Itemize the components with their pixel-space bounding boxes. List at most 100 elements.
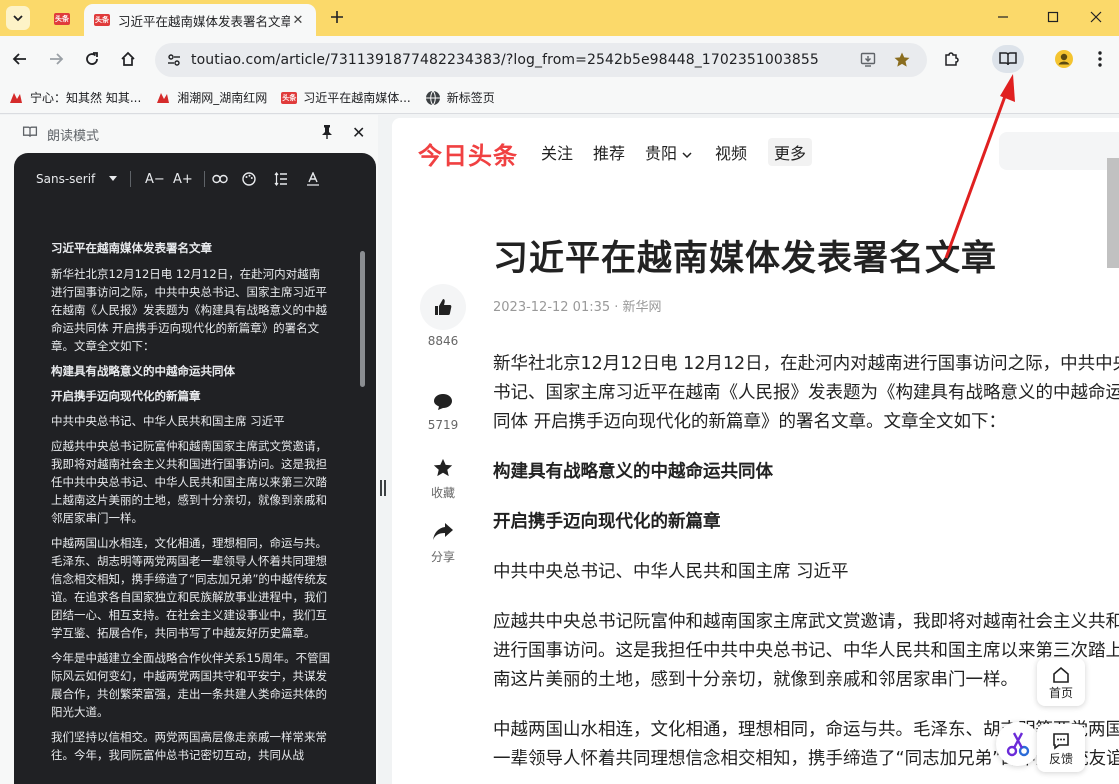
nav-follow[interactable]: 关注 xyxy=(541,140,573,164)
tab-search-button[interactable] xyxy=(6,6,30,30)
nav-city[interactable]: 贵阳 xyxy=(645,140,692,164)
share-icon-wrap xyxy=(420,518,466,546)
share-label: 分享 xyxy=(430,550,455,564)
reading-mode-panel: 朗读模式 ✕ Sans-serif A− A+ 习近平在越南媒体发表署名文章 新… xyxy=(0,115,378,784)
new-tab-button[interactable] xyxy=(326,6,348,28)
toutiao-favicon: 头条 xyxy=(281,91,298,104)
nav-recommend[interactable]: 推荐 xyxy=(593,140,625,164)
scissors-icon xyxy=(1006,732,1030,757)
install-icon xyxy=(860,52,876,67)
tab-pinned[interactable]: 头条 xyxy=(44,6,80,32)
link-icon xyxy=(212,174,228,184)
toutiao-favicon: 头条 xyxy=(94,14,110,26)
article-paragraph: 新华社北京12月12日电 12月12日，在赴河内对越南进行国事访问之际，中共中央… xyxy=(493,354,1119,432)
share-button[interactable]: 分享 xyxy=(420,518,466,565)
star-icon xyxy=(433,458,453,477)
minimize-button[interactable] xyxy=(980,0,1026,34)
decrease-font-button[interactable]: A− xyxy=(145,169,165,189)
reader-toolbar: Sans-serif A− A+ xyxy=(14,165,376,193)
side-panel-resize-handle[interactable] xyxy=(380,480,386,496)
reading-mode-button[interactable] xyxy=(992,45,1024,73)
home-icon-wrap xyxy=(1037,658,1085,684)
comment-icon xyxy=(434,394,452,410)
share-icon xyxy=(433,523,453,540)
reader-heading: 习近平在越南媒体发表署名文章 xyxy=(51,241,212,255)
reader-subheading: 构建具有战略意义的中越命运共同体 xyxy=(51,364,235,378)
reader-paragraph: 今年是中越建立全面战略合作伙伴关系15周年。不管国际风云如何变幻，中越两党两国共… xyxy=(51,651,331,719)
bookmark-item[interactable]: 湘潮网_湖南红网 xyxy=(155,89,267,106)
pin-icon[interactable] xyxy=(320,124,334,140)
bookmark-item[interactable]: 头条 习近平在越南媒体... xyxy=(281,89,411,106)
bookmark-star-button[interactable] xyxy=(892,50,912,70)
screenshot-tool-button[interactable] xyxy=(996,722,1040,766)
reload-button[interactable] xyxy=(80,47,104,71)
bookmark-label: 习近平在越南媒体... xyxy=(303,91,411,105)
site-info-button[interactable] xyxy=(163,49,185,71)
page-scrollbar[interactable] xyxy=(1107,158,1119,268)
article-paragraph: 应越共中央总书记阮富仲和越南国家主席武文赏邀请，我即将对越南社会主义共和国 进行国… xyxy=(493,612,1119,690)
web-page: 今日头条 关注 推荐 贵阳 视频 更多 习近平在越南媒体发表署名文章 2023-… xyxy=(392,118,1119,784)
nav-video[interactable]: 视频 xyxy=(715,140,747,164)
tab-active[interactable]: 头条 习近平在越南媒体发表署名文章 ✕ xyxy=(84,4,316,36)
page-search-box[interactable] xyxy=(999,132,1119,170)
forward-button[interactable] xyxy=(44,47,68,71)
reader-paragraph: 中共中央总书记、中华人民共和国主席 习近平 xyxy=(51,414,285,428)
line-spacing-button[interactable] xyxy=(274,169,288,189)
bookmark-item[interactable]: 新标签页 xyxy=(425,89,495,106)
reader-subheading: 开启携手迈向现代化的新篇章 xyxy=(51,389,201,403)
more-vertical-icon xyxy=(1098,51,1102,67)
feedback-float-label: 反馈 xyxy=(1048,752,1073,766)
home-float-button[interactable]: 首页 xyxy=(1037,658,1085,706)
thumbs-up-icon xyxy=(435,299,452,315)
star-filled-icon xyxy=(894,52,910,67)
extensions-button[interactable] xyxy=(940,47,964,71)
reader-paragraph: 应越共中央总书记阮富仲和越南国家主席武文赏邀请，我即将对越南社会主义共和国进行国… xyxy=(51,439,327,525)
feedback-icon-wrap xyxy=(1037,724,1085,750)
link-toggle-button[interactable] xyxy=(212,169,228,189)
article-byline: 中共中央总书记、中华人民共和国主席 习近平 xyxy=(493,562,849,582)
toutiao-bookmark-icon xyxy=(8,90,24,106)
font-label: Sans-serif xyxy=(36,172,96,186)
home-icon xyxy=(1053,666,1069,683)
profile-button[interactable] xyxy=(1052,47,1076,71)
reader-paragraph: 新华社北京12月12日电 12月12日，在赴河内对越南进行国事访问之际，中共中央… xyxy=(51,267,327,353)
increase-font-button[interactable]: A+ xyxy=(173,169,193,189)
toolbar-divider xyxy=(204,171,205,187)
side-panel-close-button[interactable]: ✕ xyxy=(352,123,365,142)
color-theme-button[interactable] xyxy=(242,169,256,189)
book-open-icon xyxy=(22,126,38,137)
tab-close-button[interactable]: ✕ xyxy=(290,12,306,28)
article-subheading: 开启携手迈向现代化的新篇章 xyxy=(493,512,721,532)
close-window-button[interactable] xyxy=(1073,0,1119,34)
home-icon xyxy=(121,51,135,66)
minimize-icon xyxy=(998,16,1008,18)
browser-menu-button[interactable] xyxy=(1088,47,1112,71)
install-app-button[interactable] xyxy=(859,50,879,70)
home-button[interactable] xyxy=(116,47,140,71)
like-button[interactable]: 8846 xyxy=(420,284,466,348)
maximize-button[interactable] xyxy=(1030,0,1076,34)
letter-spacing-button[interactable] xyxy=(306,169,320,189)
bookmark-item[interactable]: 宁心：知其然 知其... xyxy=(8,89,141,106)
nav-city-label: 贵阳 xyxy=(645,144,678,163)
address-bar[interactable]: toutiao.com/article/7311391877482234383/… xyxy=(155,43,927,77)
side-panel-header: 朗读模式 ✕ xyxy=(0,115,378,151)
reader-content: Sans-serif A− A+ 习近平在越南媒体发表署名文章 新华社北京12月… xyxy=(14,153,376,784)
reader-article: 习近平在越南媒体发表署名文章 新华社北京12月12日电 12月12日，在赴河内对… xyxy=(51,239,331,771)
close-icon xyxy=(1090,11,1102,23)
font-selector[interactable]: Sans-serif xyxy=(36,169,118,189)
article-title: 习近平在越南媒体发表署名文章 xyxy=(493,239,998,279)
tab-title: 习近平在越南媒体发表署名文章 xyxy=(118,13,290,29)
back-button[interactable] xyxy=(8,47,32,71)
feedback-float-button[interactable]: 反馈 xyxy=(1037,724,1085,772)
collect-button[interactable]: 收藏 xyxy=(420,454,466,501)
nav-more[interactable]: 更多 xyxy=(768,138,813,166)
reader-scrollbar[interactable] xyxy=(360,251,365,387)
url-text[interactable]: toutiao.com/article/7311391877482234383/… xyxy=(191,52,819,68)
maximize-icon xyxy=(1047,11,1059,23)
toutiao-bookmark-icon xyxy=(155,90,171,106)
collect-label: 收藏 xyxy=(430,486,455,500)
comment-count: 5719 xyxy=(427,418,459,432)
comment-button[interactable]: 5719 xyxy=(420,388,466,432)
toutiao-logo[interactable]: 今日头条 xyxy=(418,136,518,171)
